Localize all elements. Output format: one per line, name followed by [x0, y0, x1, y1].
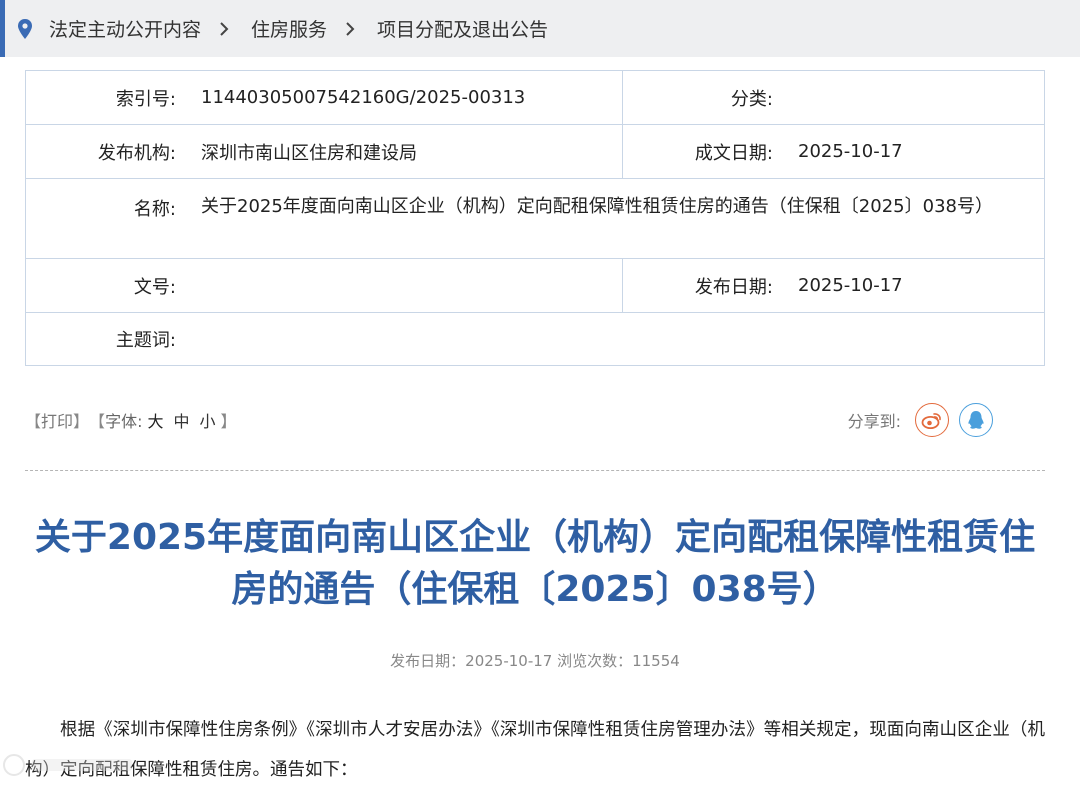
weibo-share-icon[interactable] — [915, 403, 949, 437]
meta-cell-keywords: 主题词: — [26, 313, 1044, 365]
watermark-logo — [0, 750, 150, 780]
article-body-paragraph: 根据《深圳市保障性住房条例》《深圳市人才安居办法》《深圳市保障性租赁住房管理办法… — [25, 720, 1045, 780]
bracket-close: 】 — [73, 412, 90, 431]
article-publish-info: 发布日期：2025-10-17 浏览次数：11554 — [390, 652, 680, 670]
meta-row-publisher: 发布机构: 深圳市南山区住房和建设局 成文日期: 2025-10-17 — [26, 125, 1044, 179]
bracket-open: 【 — [25, 412, 42, 431]
breadcrumb: 法定主动公开内容 住房服务 项目分配及退出公告 — [0, 0, 1080, 57]
font-size-small-button[interactable]: 小 — [200, 408, 216, 432]
meta-value-publisher: 深圳市南山区住房和建设局 — [201, 142, 417, 164]
share-area: 分享到: — [848, 403, 1045, 437]
meta-value-created-date: 2025-10-17 — [798, 141, 903, 162]
meta-row-index: 索引号: 11440305007542160G/2025-00313 分类: — [26, 71, 1044, 125]
bracket-open: 【 — [89, 412, 106, 431]
breadcrumb-item-project-allocation[interactable]: 项目分配及退出公告 — [377, 15, 548, 42]
meta-cell-docno: 文号: — [26, 259, 623, 312]
meta-cell-publisher: 发布机构: 深圳市南山区住房和建设局 — [26, 125, 623, 178]
meta-label-docno: 文号: — [133, 276, 176, 298]
font-size-medium-button[interactable]: 中 — [173, 408, 189, 432]
meta-cell-category: 分类: — [623, 71, 1044, 124]
meta-cell-index: 索引号: 11440305007542160G/2025-00313 — [26, 71, 623, 124]
meta-value-name: 关于2025年度面向南山区企业（机构）定向配租保障性租赁住房的通告（住保租〔20… — [201, 196, 993, 217]
chevron-right-icon — [345, 21, 359, 36]
meta-row-name: 名称: 关于2025年度面向南山区企业（机构）定向配租保障性租赁住房的通告（住保… — [26, 179, 1044, 259]
print-button[interactable]: 打印 — [41, 408, 73, 432]
dashed-divider — [25, 470, 1045, 471]
meta-value-published-date: 2025-10-17 — [798, 275, 903, 296]
meta-label-keywords: 主题词: — [115, 330, 176, 351]
meta-label-publisher: 发布机构: — [97, 142, 176, 164]
chevron-right-icon — [219, 21, 233, 36]
meta-label-name: 名称: — [133, 199, 176, 220]
meta-cell-published-date: 发布日期: 2025-10-17 — [623, 259, 1044, 312]
article-tools-bar: 【 打印 】 【 字体: 大 中 小 】 分享到: — [25, 400, 1045, 440]
breadcrumb-item-public-content[interactable]: 法定主动公开内容 — [49, 15, 201, 42]
meta-cell-name: 名称: 关于2025年度面向南山区企业（机构）定向配租保障性租赁住房的通告（住保… — [26, 179, 1044, 258]
font-size-large-button[interactable]: 大 — [147, 408, 163, 432]
meta-row-docno: 文号: 发布日期: 2025-10-17 — [26, 259, 1044, 313]
meta-label-category: 分类: — [730, 88, 773, 110]
meta-cell-created-date: 成文日期: 2025-10-17 — [623, 125, 1044, 178]
bracket-close: 】 — [220, 412, 237, 431]
qq-share-icon[interactable] — [959, 403, 993, 437]
article-title: 关于2025年度面向南山区企业（机构）定向配租保障性租赁住房的通告（住保租〔20… — [34, 517, 1036, 610]
meta-label-created-date: 成文日期: — [694, 142, 773, 164]
share-label: 分享到: — [847, 412, 901, 431]
meta-value-index: 11440305007542160G/2025-00313 — [201, 87, 526, 108]
meta-label-index: 索引号: — [115, 88, 176, 110]
breadcrumb-item-housing-service[interactable]: 住房服务 — [251, 15, 327, 42]
meta-label-published-date: 发布日期: — [694, 276, 773, 298]
meta-row-keywords: 主题词: — [26, 313, 1044, 365]
font-size-label: 字体: — [105, 412, 143, 431]
document-metadata-table: 索引号: 11440305007542160G/2025-00313 分类: 发… — [25, 70, 1045, 366]
location-pin-icon — [17, 18, 33, 40]
